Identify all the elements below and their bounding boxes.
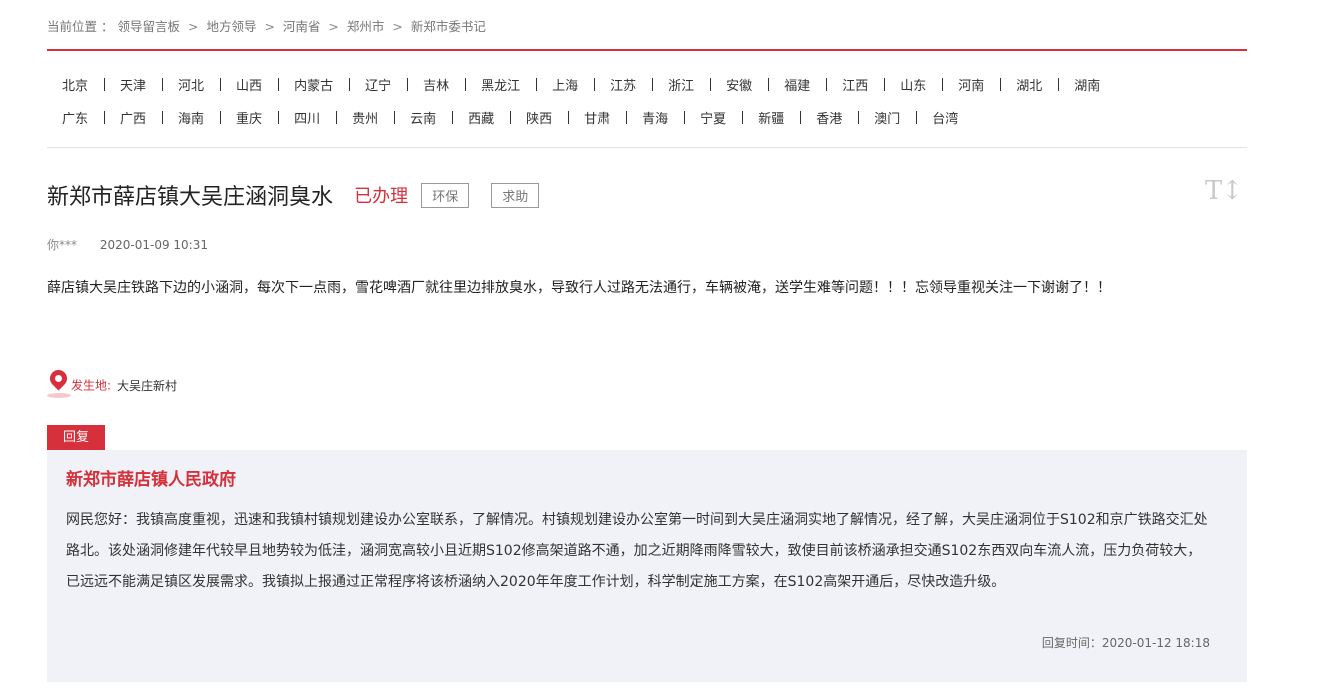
region-link[interactable]: 福建: [768, 75, 828, 94]
region-link[interactable]: 上海: [536, 75, 596, 94]
region-list-row-1: 北京 天津 河北 山西 内蒙古 辽宁 吉林 黑龙江 上海 江苏 浙江 安徽 福建 江西 山东 河南 湖北 湖南: [47, 75, 1247, 94]
region-link[interactable]: 江苏: [594, 75, 654, 94]
region-link[interactable]: 北京: [47, 75, 106, 94]
message-author: 你***: [47, 238, 78, 252]
breadcrumb-link-city[interactable]: 郑州市: [347, 19, 385, 34]
reply-box: 新郑市薛店镇人民政府 网民您好：我镇高度重视，迅速和我镇村镇规划建设办公室联系，…: [47, 450, 1247, 682]
region-link[interactable]: 四川: [278, 108, 338, 127]
breadcrumb-link-board[interactable]: 领导留言板: [117, 19, 180, 34]
region-link[interactable]: 广东: [47, 108, 106, 127]
breadcrumb: 当前位置 ： 领导留言板 > 地方领导 > 河南省 > 郑州市 > 新郑市委书记: [47, 16, 486, 35]
region-link[interactable]: 陕西: [510, 108, 570, 127]
region-link[interactable]: 西藏: [452, 108, 512, 127]
message-title-row: 新郑市薛店镇大吴庄涵洞臭水 已办理 环保 求助: [47, 179, 540, 211]
breadcrumb-prefix: 当前位置 ：: [47, 19, 114, 34]
breadcrumb-separator: >: [187, 19, 199, 34]
reply-time: 回复时间：2020-01-12 18:18: [1041, 636, 1210, 650]
region-link[interactable]: 云南: [394, 108, 454, 127]
region-link[interactable]: 湖南: [1058, 75, 1116, 94]
region-link[interactable]: 吉林: [407, 75, 467, 94]
breadcrumb-separator: >: [264, 19, 275, 34]
status-label: 已办理: [354, 186, 409, 207]
region-link[interactable]: 浙江: [652, 75, 712, 94]
region-link[interactable]: 青海: [626, 108, 686, 127]
region-link[interactable]: 海南: [162, 108, 222, 127]
region-link[interactable]: 河北: [162, 75, 222, 94]
region-link[interactable]: 山西: [220, 75, 280, 94]
region-link[interactable]: 安徽: [710, 75, 770, 94]
region-divider: [47, 147, 1247, 148]
region-link[interactable]: 贵州: [336, 108, 396, 127]
region-link[interactable]: 河南: [942, 75, 1002, 94]
region-link[interactable]: 澳门: [858, 108, 918, 127]
header-divider: [47, 49, 1247, 51]
message-meta: 你*** 2020-01-09 10:31: [47, 236, 208, 253]
region-list-row-2: 广东 广西 海南 重庆 四川 贵州 云南 西藏 陕西 甘肃 青海 宁夏 新疆 香港 澳门 台湾: [47, 108, 1247, 127]
location-label: 发生地:: [71, 378, 112, 393]
region-link[interactable]: 广西: [104, 108, 164, 127]
reply-content: 网民您好：我镇高度重视，迅速和我镇村镇规划建设办公室联系，了解情况。村镇规划建设…: [66, 512, 1208, 590]
breadcrumb-link-leader[interactable]: 新郑市委书记: [411, 19, 486, 34]
font-size-icon[interactable]: T↕: [1205, 176, 1243, 206]
location-value: 大吴庄新村: [117, 378, 178, 393]
region-link[interactable]: 甘肃: [568, 108, 628, 127]
region-link[interactable]: 天津: [104, 75, 164, 94]
tag-environment[interactable]: 环保: [421, 182, 470, 208]
region-link[interactable]: 内蒙古: [278, 75, 351, 94]
breadcrumb-link-province[interactable]: 河南省: [283, 19, 321, 34]
message-content: 薛店镇大吴庄铁路下边的小涵洞，每次下一点雨，雪花啤酒厂就往里边排放臭水，导致行人…: [47, 280, 1111, 296]
message-title: 新郑市薛店镇大吴庄涵洞臭水: [47, 185, 334, 210]
location-pin-icon: [46, 366, 71, 400]
breadcrumb-link-local-leaders[interactable]: 地方领导: [206, 19, 256, 34]
message-date: 2020-01-09 10:31: [99, 238, 208, 252]
region-link[interactable]: 宁夏: [684, 108, 744, 127]
region-link[interactable]: 黑龙江: [465, 75, 538, 94]
tag-help[interactable]: 求助: [491, 182, 540, 208]
reply-organization: 新郑市薛店镇人民政府: [66, 470, 236, 490]
region-link[interactable]: 台湾: [916, 108, 974, 127]
region-link[interactable]: 重庆: [220, 108, 280, 127]
region-link[interactable]: 山东: [884, 75, 944, 94]
region-link[interactable]: 辽宁: [349, 75, 409, 94]
region-link[interactable]: 香港: [800, 108, 860, 127]
region-link[interactable]: 湖北: [1000, 75, 1060, 94]
message-location: 发生地: 大吴庄新村: [46, 366, 178, 400]
reply-tab: 回复: [47, 425, 105, 450]
region-link[interactable]: 江西: [826, 75, 886, 94]
breadcrumb-separator: >: [392, 19, 403, 34]
region-link[interactable]: 新疆: [742, 108, 802, 127]
breadcrumb-separator: >: [328, 19, 339, 34]
